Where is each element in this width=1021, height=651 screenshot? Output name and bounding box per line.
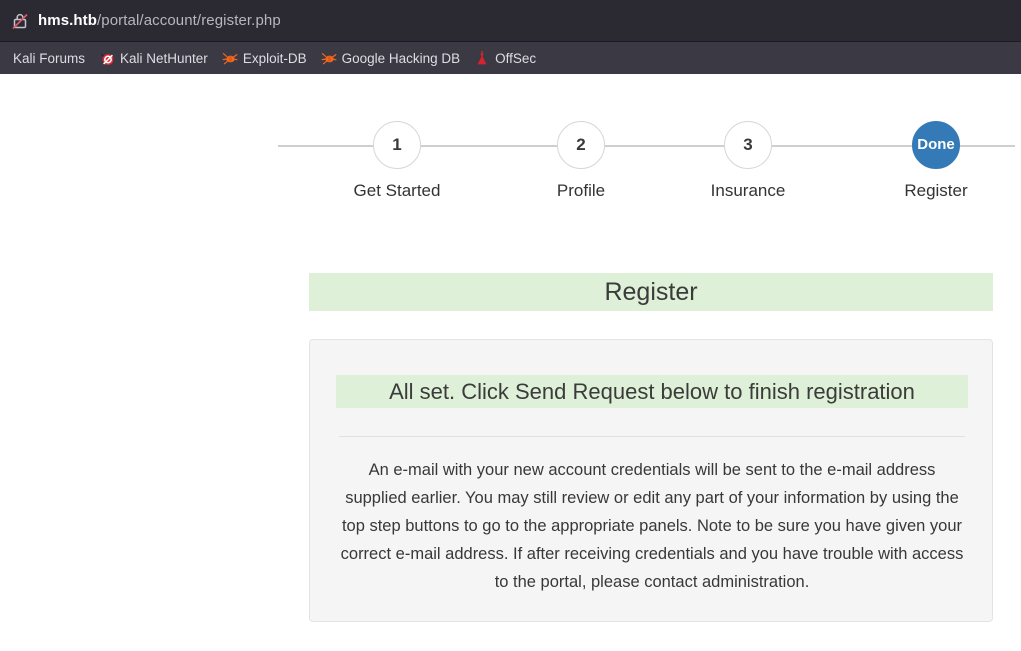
success-alert: All set. Click Send Request below to fin… <box>336 375 968 408</box>
bookmark-label: Kali NetHunter <box>120 50 208 66</box>
broken-lock-icon[interactable] <box>10 11 30 31</box>
url-host: hms.htb <box>38 12 98 29</box>
register-panel: All set. Click Send Request below to fin… <box>309 339 993 622</box>
step-badge-done[interactable]: Done <box>912 121 960 169</box>
bookmark-offsec[interactable]: OffSec <box>467 46 543 70</box>
url-text: hms.htb/portal/account/register.php <box>38 12 281 29</box>
step-badge[interactable]: 3 <box>724 121 772 169</box>
step-profile[interactable]: 2 Profile <box>501 102 661 201</box>
bookmarks-bar: Kali Forums Kali NetHunter Exploit-DB Go… <box>0 42 1021 74</box>
panel-body-text: An e-mail with your new account credenti… <box>340 461 964 591</box>
step-register[interactable]: Done Register <box>856 102 1016 201</box>
panel-divider <box>339 436 965 437</box>
step-get-started[interactable]: 1 Get Started <box>317 102 477 201</box>
bookmark-kali-nethunter[interactable]: Kali NetHunter <box>92 46 215 70</box>
offsec-icon <box>474 50 490 66</box>
step-label[interactable]: Get Started <box>317 181 477 201</box>
bookmark-kali-forums[interactable]: Kali Forums <box>6 46 92 70</box>
step-badge[interactable]: 2 <box>557 121 605 169</box>
success-alert-text: All set. Click Send Request below to fin… <box>389 379 915 404</box>
step-badge[interactable]: 1 <box>373 121 421 169</box>
kali-nethunter-icon <box>99 50 115 66</box>
step-label[interactable]: Insurance <box>668 181 828 201</box>
page-title: Register <box>604 278 698 306</box>
step-label[interactable]: Profile <box>501 181 661 201</box>
wizard-button-row: Previous Send Request <box>0 641 1021 651</box>
page-title-bar: Register <box>309 273 993 311</box>
url-path: /portal/account/register.php <box>97 12 281 29</box>
bookmark-label: Exploit-DB <box>242 50 307 66</box>
page-content: 1 Get Started 2 Profile 3 Insurance Done… <box>0 74 1021 651</box>
wizard-stepper: 1 Get Started 2 Profile 3 Insurance Done… <box>0 102 1021 202</box>
bookmark-exploit-db[interactable]: Exploit-DB <box>215 46 314 70</box>
bookmark-label: Google Hacking DB <box>341 50 461 66</box>
bookmark-label: Kali Forums <box>13 50 86 66</box>
exploit-db-icon <box>222 50 238 66</box>
address-bar[interactable]: hms.htb/portal/account/register.php <box>0 0 1021 42</box>
step-label[interactable]: Register <box>856 181 1016 201</box>
bookmark-google-hacking-db[interactable]: Google Hacking DB <box>314 46 468 70</box>
bookmark-label: OffSec <box>495 50 537 66</box>
browser-chrome: hms.htb/portal/account/register.php Kali… <box>0 0 1021 74</box>
step-insurance[interactable]: 3 Insurance <box>668 102 828 201</box>
google-hacking-db-icon <box>321 50 337 66</box>
